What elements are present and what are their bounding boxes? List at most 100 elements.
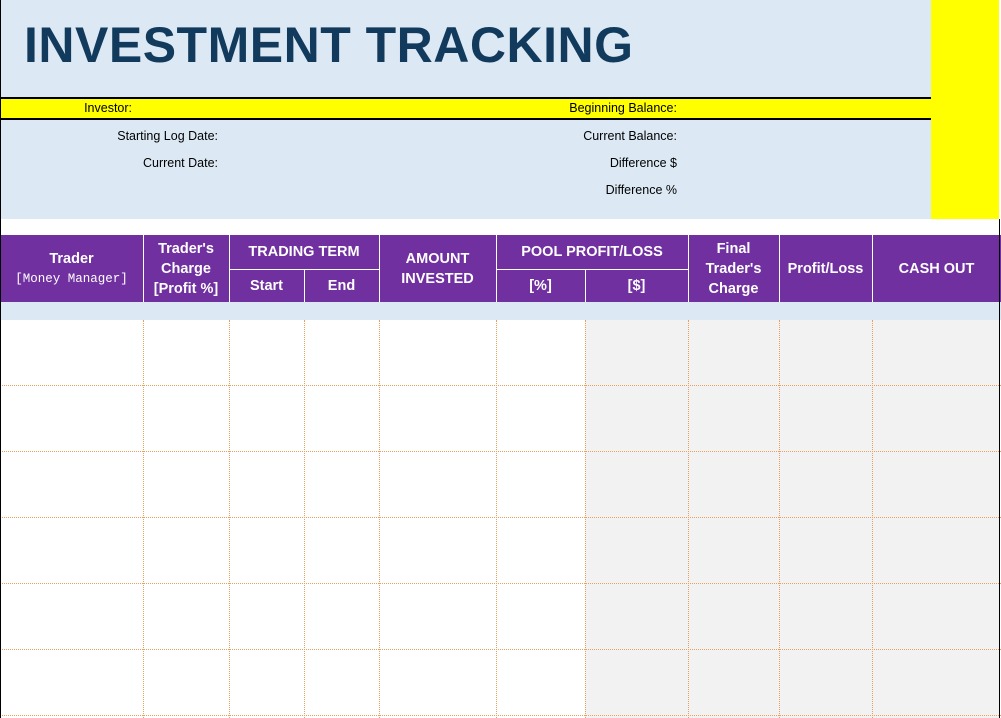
table-cell-start[interactable] [229, 320, 304, 386]
table-cell-trader[interactable] [0, 650, 143, 716]
grid-line [0, 385, 1001, 386]
table-cell-profit-loss[interactable] [779, 386, 872, 452]
table-cell-start[interactable] [229, 386, 304, 452]
table-cell-profit-loss[interactable] [779, 584, 872, 650]
table-cell-charge[interactable] [143, 584, 229, 650]
table-cell-final-charge[interactable] [688, 320, 779, 386]
table-cell-final-charge[interactable] [688, 650, 779, 716]
header-trader-label: Trader [49, 250, 94, 267]
investment-tracking-sheet: INVESTMENT TRACKING Investor: Beginning … [0, 0, 1001, 718]
table-cell-end[interactable] [304, 584, 379, 650]
table-cell-amount[interactable] [379, 386, 496, 452]
table-cell-profit-loss[interactable] [779, 650, 872, 716]
table-cell-amount[interactable] [379, 320, 496, 386]
header-pool-profit-loss: POOL PROFIT/LOSS [521, 244, 663, 260]
table-cell-profit-loss[interactable] [779, 320, 872, 386]
table-cell-trader[interactable] [0, 386, 143, 452]
header-traders-charge-line1: Trader's [158, 240, 214, 257]
table-cell-pool-pct[interactable] [496, 386, 585, 452]
investor-label: Investor: [84, 101, 132, 115]
table-cell-pool-usd[interactable] [585, 518, 688, 584]
page-title: INVESTMENT TRACKING [24, 17, 634, 73]
table-cell-final-charge[interactable] [688, 584, 779, 650]
table-cell-trader[interactable] [0, 518, 143, 584]
table-cell-end[interactable] [304, 452, 379, 518]
header-trader: Trader [Money Manager] [0, 235, 143, 302]
table-cell-pool-usd[interactable] [585, 584, 688, 650]
difference-dollar-label: Difference $ [609, 156, 677, 170]
table-cell-cash-out[interactable] [872, 320, 1000, 386]
table-cell-start[interactable] [229, 452, 304, 518]
table-cell-charge[interactable] [143, 452, 229, 518]
header-traders-charge: Trader's Charge [Profit %] [143, 235, 229, 302]
header-divider [379, 235, 380, 302]
header-amount-invested: AMOUNT INVESTED [379, 235, 496, 302]
table-cell-trader[interactable] [0, 452, 143, 518]
table-cell-cash-out[interactable] [872, 386, 1000, 452]
table-cell-amount[interactable] [379, 584, 496, 650]
table-cell-profit-loss[interactable] [779, 518, 872, 584]
sheet-border [0, 0, 1, 718]
header-divider [688, 235, 689, 302]
grid-line [0, 583, 1001, 584]
header-final-charge-line1: Final [716, 240, 751, 257]
table-cell-trader[interactable] [0, 320, 143, 386]
table-cell-end[interactable] [304, 386, 379, 452]
table-cell-amount[interactable] [379, 452, 496, 518]
table-cell-charge[interactable] [143, 386, 229, 452]
table-cell-final-charge[interactable] [688, 452, 779, 518]
current-balance-label: Current Balance: [583, 129, 677, 143]
table-cell-pool-usd[interactable] [585, 650, 688, 716]
grid-line [688, 320, 689, 718]
table-cell-pool-pct[interactable] [496, 584, 585, 650]
table-cell-cash-out[interactable] [872, 518, 1000, 584]
header-traders-charge-line3: [Profit %] [153, 280, 219, 297]
table-cell-pool-usd[interactable] [585, 320, 688, 386]
table-cell-start[interactable] [229, 584, 304, 650]
sheet-border [999, 219, 1000, 718]
grid-line [0, 517, 1001, 518]
table-cell-pool-pct[interactable] [496, 320, 585, 386]
table-cell-start[interactable] [229, 518, 304, 584]
table-cell-trader[interactable] [0, 584, 143, 650]
header-trader-sub: [Money Manager] [15, 271, 128, 286]
table-cell-cash-out[interactable] [872, 650, 1000, 716]
current-date-label: Current Date: [142, 156, 218, 170]
grid-line [143, 320, 144, 718]
table-cell-charge[interactable] [143, 518, 229, 584]
table-cell-cash-out[interactable] [872, 452, 1000, 518]
yellow-side-block [931, 0, 999, 219]
table-cell-end[interactable] [304, 650, 379, 716]
table-cell-cash-out[interactable] [872, 584, 1000, 650]
header-pool-dollar: [$] [627, 277, 646, 294]
table-cell-pool-pct[interactable] [496, 518, 585, 584]
header-divider [304, 269, 305, 302]
table-cell-pool-pct[interactable] [496, 650, 585, 716]
beginning-balance-label: Beginning Balance: [569, 101, 677, 115]
table-cell-charge[interactable] [143, 650, 229, 716]
grid-line [496, 320, 497, 718]
header-divider [496, 269, 688, 270]
table-cell-final-charge[interactable] [688, 518, 779, 584]
grid-line [0, 715, 1001, 716]
table-cell-start[interactable] [229, 650, 304, 716]
table-cell-pool-usd[interactable] [585, 386, 688, 452]
header-end: End [327, 277, 356, 294]
grid-line [0, 451, 1001, 452]
table-cell-profit-loss[interactable] [779, 452, 872, 518]
header-amount-invested-line1: AMOUNT [405, 250, 470, 267]
table-cell-amount[interactable] [379, 650, 496, 716]
header-divider [872, 235, 873, 302]
header-spacer-row [0, 302, 1001, 320]
table-cell-pool-usd[interactable] [585, 452, 688, 518]
header-traders-charge-line2: Charge [161, 260, 211, 277]
table-cell-final-charge[interactable] [688, 386, 779, 452]
table-cell-end[interactable] [304, 518, 379, 584]
table-cell-end[interactable] [304, 320, 379, 386]
table-cell-amount[interactable] [379, 518, 496, 584]
table-cell-charge[interactable] [143, 320, 229, 386]
header-cash-out: CASH OUT [898, 260, 975, 277]
table-cell-pool-pct[interactable] [496, 452, 585, 518]
header-final-charge-line3: Charge [708, 280, 759, 297]
starting-log-date-label: Starting Log Date: [117, 129, 218, 143]
